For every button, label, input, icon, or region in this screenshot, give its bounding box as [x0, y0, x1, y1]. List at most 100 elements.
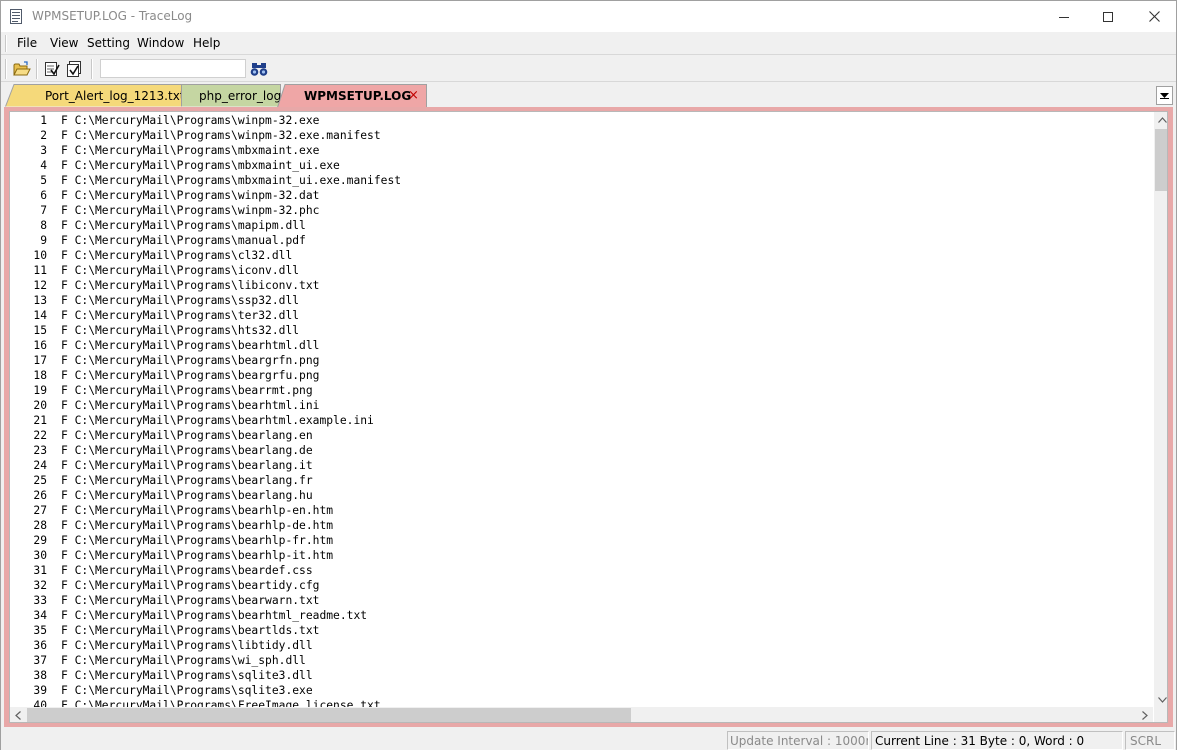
log-view[interactable]: 1F C:\MercuryMail\Programs\winpm-32.exe 2…: [9, 111, 1168, 723]
line-text[interactable]: F C:\MercuryMail\Programs\mapipm.dll: [61, 218, 306, 233]
line-text[interactable]: F C:\MercuryMail\Programs\bearhlp-en.htm: [61, 503, 333, 518]
log-line[interactable]: 32 F C:\MercuryMail\Programs\beartidy.cfg: [10, 578, 1153, 593]
log-line[interactable]: 16 F C:\MercuryMail\Programs\bearhtml.dll: [10, 338, 1153, 353]
horizontal-scroll-thumb[interactable]: [27, 708, 631, 722]
line-text[interactable]: F C:\MercuryMail\Programs\bearlang.en: [61, 428, 313, 443]
scroll-left-button[interactable]: [10, 707, 26, 722]
close-button[interactable]: [1131, 1, 1177, 32]
tab-list-button[interactable]: [1156, 86, 1173, 105]
log-line[interactable]: 38 F C:\MercuryMail\Programs\sqlite3.dll: [10, 668, 1153, 683]
line-text[interactable]: F C:\MercuryMail\Programs\cl32.dll: [61, 248, 292, 263]
log-line[interactable]: 37 F C:\MercuryMail\Programs\wi_sph.dll: [10, 653, 1153, 668]
line-text[interactable]: F C:\MercuryMail\Programs\winpm-32.dat: [61, 188, 319, 203]
line-text[interactable]: F C:\MercuryMail\Programs\beartidy.cfg: [61, 578, 319, 593]
line-text[interactable]: F C:\MercuryMail\Programs\beartlds.txt: [61, 623, 319, 638]
log-line[interactable]: 12 F C:\MercuryMail\Programs\libiconv.txt: [10, 278, 1153, 293]
log-line[interactable]: 15 F C:\MercuryMail\Programs\hts32.dll: [10, 323, 1153, 338]
line-text[interactable]: F C:\MercuryMail\Programs\ssp32.dll: [61, 293, 299, 308]
line-text[interactable]: F C:\MercuryMail\Programs\mbxmaint.exe: [61, 143, 319, 158]
vertical-scroll-thumb[interactable]: [1155, 129, 1167, 191]
log-line[interactable]: 17 F C:\MercuryMail\Programs\beargrfn.png: [10, 353, 1153, 368]
line-text[interactable]: F C:\MercuryMail\Programs\bearhtml.examp…: [61, 413, 374, 428]
log-line[interactable]: 20 F C:\MercuryMail\Programs\bearhtml.ini: [10, 398, 1153, 413]
log-line[interactable]: 29 F C:\MercuryMail\Programs\bearhlp-fr.h…: [10, 533, 1153, 548]
log-line[interactable]: 33 F C:\MercuryMail\Programs\bearwarn.txt: [10, 593, 1153, 608]
line-text[interactable]: F C:\MercuryMail\Programs\wi_sph.dll: [61, 653, 306, 668]
line-text[interactable]: F C:\MercuryMail\Programs\bearlang.fr: [61, 473, 313, 488]
line-text[interactable]: F C:\MercuryMail\Programs\hts32.dll: [61, 323, 299, 338]
tab-port-alert-log[interactable]: Port_Alert_log_1213.txt: [5, 84, 185, 107]
line-text[interactable]: F C:\MercuryMail\Programs\iconv.dll: [61, 263, 299, 278]
line-text[interactable]: F C:\MercuryMail\Programs\bearrmt.png: [61, 383, 313, 398]
tab-php-error-log[interactable]: php_error_log: [181, 84, 281, 107]
log-line[interactable]: 10 F C:\MercuryMail\Programs\cl32.dll: [10, 248, 1153, 263]
line-text[interactable]: F C:\MercuryMail\Programs\winpm-32.phc: [61, 203, 319, 218]
line-text[interactable]: F C:\MercuryMail\Programs\bearhtml_readm…: [61, 608, 367, 623]
menu-help[interactable]: Help: [188, 35, 225, 52]
log-line[interactable]: 18 F C:\MercuryMail\Programs\beargrfu.png: [10, 368, 1153, 383]
maximize-button[interactable]: [1085, 1, 1131, 32]
log-lines[interactable]: 1F C:\MercuryMail\Programs\winpm-32.exe 2…: [10, 113, 1153, 707]
menu-file[interactable]: File: [12, 35, 42, 52]
scroll-down-button[interactable]: [1154, 692, 1167, 708]
line-text[interactable]: F C:\MercuryMail\Programs\FreeImage_lice…: [61, 698, 381, 707]
tab-wpmsetup-log[interactable]: WPMSETUP.LOG ×: [277, 84, 427, 108]
horizontal-scrollbar[interactable]: [10, 707, 1153, 722]
line-text[interactable]: F C:\MercuryMail\Programs\sqlite3.exe: [61, 683, 313, 698]
scroll-right-button[interactable]: [1137, 707, 1153, 722]
log-line[interactable]: 31 F C:\MercuryMail\Programs\beardef.css: [10, 563, 1153, 578]
line-text[interactable]: F C:\MercuryMail\Programs\bearhtml.dll: [61, 338, 319, 353]
log-line[interactable]: 22 F C:\MercuryMail\Programs\bearlang.en: [10, 428, 1153, 443]
log-line[interactable]: 25 F C:\MercuryMail\Programs\bearlang.fr: [10, 473, 1153, 488]
line-text[interactable]: F C:\MercuryMail\Programs\ter32.dll: [61, 308, 299, 323]
log-line[interactable]: 35 F C:\MercuryMail\Programs\beartlds.txt: [10, 623, 1153, 638]
scroll-up-button[interactable]: [1154, 112, 1167, 128]
find-button[interactable]: [249, 59, 269, 79]
log-line[interactable]: 8 F C:\MercuryMail\Programs\mapipm.dll: [10, 218, 1153, 233]
line-text[interactable]: F C:\MercuryMail\Programs\mbxmaint_ui.ex…: [61, 173, 401, 188]
line-text[interactable]: F C:\MercuryMail\Programs\bearhlp-it.htm: [61, 548, 333, 563]
log-line[interactable]: 34 F C:\MercuryMail\Programs\bearhtml_rea…: [10, 608, 1153, 623]
log-line[interactable]: 19 F C:\MercuryMail\Programs\bearrmt.png: [10, 383, 1153, 398]
line-text[interactable]: F C:\MercuryMail\Programs\winpm-32.exe: [61, 113, 319, 128]
log-line[interactable]: 11 F C:\MercuryMail\Programs\iconv.dll: [10, 263, 1153, 278]
menu-setting[interactable]: Setting: [82, 35, 135, 52]
log-line[interactable]: 26 F C:\MercuryMail\Programs\bearlang.hu: [10, 488, 1153, 503]
log-line[interactable]: 13 F C:\MercuryMail\Programs\ssp32.dll: [10, 293, 1153, 308]
minimize-button[interactable]: [1041, 1, 1087, 32]
line-text[interactable]: F C:\MercuryMail\Programs\bearlang.it: [61, 458, 313, 473]
log-line[interactable]: 23 F C:\MercuryMail\Programs\bearlang.de: [10, 443, 1153, 458]
line-text[interactable]: F C:\MercuryMail\Programs\beargrfu.png: [61, 368, 319, 383]
line-text[interactable]: F C:\MercuryMail\Programs\manual.pdf: [61, 233, 306, 248]
line-text[interactable]: F C:\MercuryMail\Programs\beardef.css: [61, 563, 313, 578]
log-line[interactable]: 30 F C:\MercuryMail\Programs\bearhlp-it.h…: [10, 548, 1153, 563]
log-line[interactable]: 36 F C:\MercuryMail\Programs\libtidy.dll: [10, 638, 1153, 653]
log-line[interactable]: 21 F C:\MercuryMail\Programs\bearhtml.exa…: [10, 413, 1153, 428]
line-text[interactable]: F C:\MercuryMail\Programs\bearlang.de: [61, 443, 313, 458]
search-input[interactable]: [100, 59, 246, 78]
log-line[interactable]: 3 F C:\MercuryMail\Programs\mbxmaint.exe: [10, 143, 1153, 158]
line-text[interactable]: F C:\MercuryMail\Programs\libtidy.dll: [61, 638, 313, 653]
menu-grip[interactable]: [5, 35, 7, 52]
log-line[interactable]: 6 F C:\MercuryMail\Programs\winpm-32.dat: [10, 188, 1153, 203]
log-line[interactable]: 2 F C:\MercuryMail\Programs\winpm-32.exe.…: [10, 128, 1153, 143]
line-text[interactable]: F C:\MercuryMail\Programs\winpm-32.exe.m…: [61, 128, 381, 143]
log-line[interactable]: 7 F C:\MercuryMail\Programs\winpm-32.phc: [10, 203, 1153, 218]
log-line[interactable]: 14 F C:\MercuryMail\Programs\ter32.dll: [10, 308, 1153, 323]
log-line[interactable]: 40 F C:\MercuryMail\Programs\FreeImage_li…: [10, 698, 1153, 707]
vertical-scrollbar[interactable]: [1154, 112, 1167, 708]
toolbar-grip[interactable]: [5, 59, 7, 79]
tab-close-icon[interactable]: ×: [408, 88, 419, 103]
log-line[interactable]: 24 F C:\MercuryMail\Programs\bearlang.it: [10, 458, 1153, 473]
line-text[interactable]: F C:\MercuryMail\Programs\beargrfn.png: [61, 353, 319, 368]
check-document-button[interactable]: [42, 59, 62, 79]
log-line[interactable]: 5 F C:\MercuryMail\Programs\mbxmaint_ui.e…: [10, 173, 1153, 188]
line-text[interactable]: F C:\MercuryMail\Programs\bearhlp-de.htm: [61, 518, 333, 533]
menu-view[interactable]: View: [45, 35, 83, 52]
title-bar[interactable]: WPMSETUP.LOG - TraceLog: [1, 1, 1176, 32]
open-folder-button[interactable]: [12, 59, 32, 79]
line-text[interactable]: F C:\MercuryMail\Programs\bearhtml.ini: [61, 398, 319, 413]
line-text[interactable]: F C:\MercuryMail\Programs\mbxmaint_ui.ex…: [61, 158, 340, 173]
check-document-alt-button[interactable]: [64, 59, 84, 79]
line-text[interactable]: F C:\MercuryMail\Programs\bearhlp-fr.htm: [61, 533, 333, 548]
